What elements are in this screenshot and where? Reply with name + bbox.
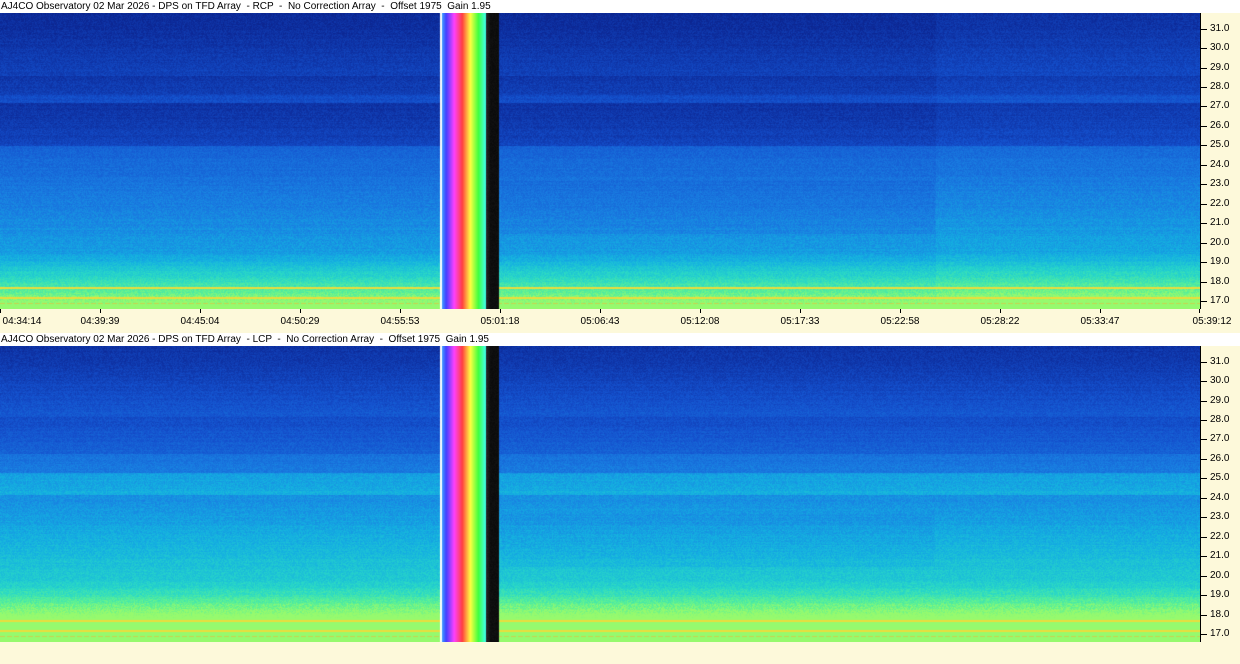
time-tick bbox=[200, 309, 201, 313]
freq-tick bbox=[1201, 145, 1207, 146]
time-tick-label: 05:28:22 bbox=[980, 316, 1020, 327]
freq-tick-label: 17.0 bbox=[1210, 628, 1230, 639]
time-tick-label: 04:39:39 bbox=[80, 316, 120, 327]
time-tick-label: 04:50:29 bbox=[280, 316, 320, 327]
time-tick bbox=[800, 309, 801, 313]
bottom-status-strip bbox=[0, 642, 1240, 664]
freq-tick-label: 24.0 bbox=[1210, 492, 1230, 503]
freq-tick-label: 19.0 bbox=[1210, 256, 1230, 267]
time-tick bbox=[1100, 309, 1101, 313]
time-tick bbox=[100, 309, 101, 313]
frequency-axis-rcp: 31.0 30.0 29.0 28.0 27.0 26.0 25.0 24.0 23.0 22.0… bbox=[1200, 13, 1240, 309]
freq-tick bbox=[1201, 223, 1207, 224]
freq-tick-label: 18.0 bbox=[1210, 609, 1230, 620]
freq-tick bbox=[1201, 401, 1207, 402]
time-axis-rcp: 04:34:14 04:39:39 04:45:04 04:50:29 04:55:53… bbox=[0, 309, 1240, 333]
freq-tick-label: 29.0 bbox=[1210, 395, 1230, 406]
time-tick bbox=[900, 309, 901, 313]
time-tick bbox=[1199, 309, 1200, 313]
freq-tick-label: 28.0 bbox=[1210, 81, 1230, 92]
freq-tick bbox=[1201, 204, 1207, 205]
freq-tick bbox=[1201, 48, 1207, 49]
freq-tick-label: 19.0 bbox=[1210, 589, 1230, 600]
freq-tick-label: 22.0 bbox=[1210, 198, 1230, 209]
freq-tick-label: 21.0 bbox=[1210, 550, 1230, 561]
spectrogram-rcp[interactable] bbox=[0, 13, 1200, 309]
time-tick-label: 05:06:43 bbox=[580, 316, 620, 327]
freq-tick bbox=[1201, 184, 1207, 185]
freq-tick bbox=[1201, 615, 1207, 616]
time-tick-label: 04:45:04 bbox=[180, 316, 220, 327]
freq-tick bbox=[1201, 165, 1207, 166]
time-tick-label: 05:39:12 bbox=[1192, 316, 1232, 327]
freq-tick bbox=[1201, 595, 1207, 596]
time-tick-label: 05:17:33 bbox=[780, 316, 820, 327]
freq-tick-label: 31.0 bbox=[1210, 356, 1230, 367]
panel-title-lcp: AJ4CO Observatory 02 Mar 2026 - DPS on T… bbox=[0, 333, 1240, 346]
time-tick-label: 04:34:14 bbox=[2, 316, 42, 327]
freq-tick bbox=[1201, 68, 1207, 69]
time-tick bbox=[500, 309, 501, 313]
spectrogram-lcp[interactable] bbox=[0, 346, 1200, 642]
freq-tick bbox=[1201, 537, 1207, 538]
time-tick bbox=[400, 309, 401, 313]
freq-tick bbox=[1201, 362, 1207, 363]
freq-tick bbox=[1201, 498, 1207, 499]
freq-tick-label: 27.0 bbox=[1210, 100, 1230, 111]
time-tick bbox=[600, 309, 601, 313]
time-tick bbox=[1000, 309, 1001, 313]
freq-tick bbox=[1201, 106, 1207, 107]
freq-tick-label: 23.0 bbox=[1210, 511, 1230, 522]
freq-tick bbox=[1201, 381, 1207, 382]
freq-tick-label: 27.0 bbox=[1210, 433, 1230, 444]
time-tick bbox=[700, 309, 701, 313]
time-tick-label: 04:55:53 bbox=[380, 316, 420, 327]
freq-tick bbox=[1201, 517, 1207, 518]
freq-tick bbox=[1201, 29, 1207, 30]
freq-tick-label: 23.0 bbox=[1210, 178, 1230, 189]
freq-tick-label: 22.0 bbox=[1210, 531, 1230, 542]
freq-tick bbox=[1201, 478, 1207, 479]
freq-tick bbox=[1201, 459, 1207, 460]
freq-tick-label: 24.0 bbox=[1210, 159, 1230, 170]
freq-tick bbox=[1201, 126, 1207, 127]
freq-tick-label: 25.0 bbox=[1210, 139, 1230, 150]
freq-tick-label: 17.0 bbox=[1210, 295, 1230, 306]
freq-tick bbox=[1201, 576, 1207, 577]
time-tick bbox=[300, 309, 301, 313]
frequency-axis-lcp: 31.0 30.0 29.0 28.0 27.0 26.0 25.0 24.0 23.0 22.0… bbox=[1200, 346, 1240, 642]
freq-tick bbox=[1201, 556, 1207, 557]
freq-tick bbox=[1201, 282, 1207, 283]
freq-tick-label: 26.0 bbox=[1210, 120, 1230, 131]
freq-tick-label: 30.0 bbox=[1210, 375, 1230, 386]
freq-tick bbox=[1201, 420, 1207, 421]
spectrogram-canvas-lcp bbox=[0, 346, 1200, 642]
freq-tick-label: 26.0 bbox=[1210, 453, 1230, 464]
freq-tick-label: 20.0 bbox=[1210, 237, 1230, 248]
freq-tick-label: 25.0 bbox=[1210, 472, 1230, 483]
freq-tick-label: 20.0 bbox=[1210, 570, 1230, 581]
freq-tick bbox=[1201, 87, 1207, 88]
time-tick-label: 05:33:47 bbox=[1080, 316, 1120, 327]
time-tick-label: 05:22:58 bbox=[880, 316, 920, 327]
freq-tick-label: 28.0 bbox=[1210, 414, 1230, 425]
panel-title-rcp: AJ4CO Observatory 02 Mar 2026 - DPS on T… bbox=[0, 0, 1240, 13]
spectrogram-canvas-rcp bbox=[0, 13, 1200, 309]
freq-tick bbox=[1201, 301, 1207, 302]
time-tick-label: 05:12:08 bbox=[680, 316, 720, 327]
freq-tick bbox=[1201, 243, 1207, 244]
freq-tick bbox=[1201, 262, 1207, 263]
freq-tick-label: 18.0 bbox=[1210, 276, 1230, 287]
freq-tick bbox=[1201, 439, 1207, 440]
freq-tick-label: 21.0 bbox=[1210, 217, 1230, 228]
freq-tick bbox=[1201, 634, 1207, 635]
time-tick-label: 05:01:18 bbox=[480, 316, 520, 327]
freq-tick-label: 31.0 bbox=[1210, 23, 1230, 34]
time-tick bbox=[0, 309, 1, 313]
freq-tick-label: 30.0 bbox=[1210, 42, 1230, 53]
freq-tick-label: 29.0 bbox=[1210, 62, 1230, 73]
